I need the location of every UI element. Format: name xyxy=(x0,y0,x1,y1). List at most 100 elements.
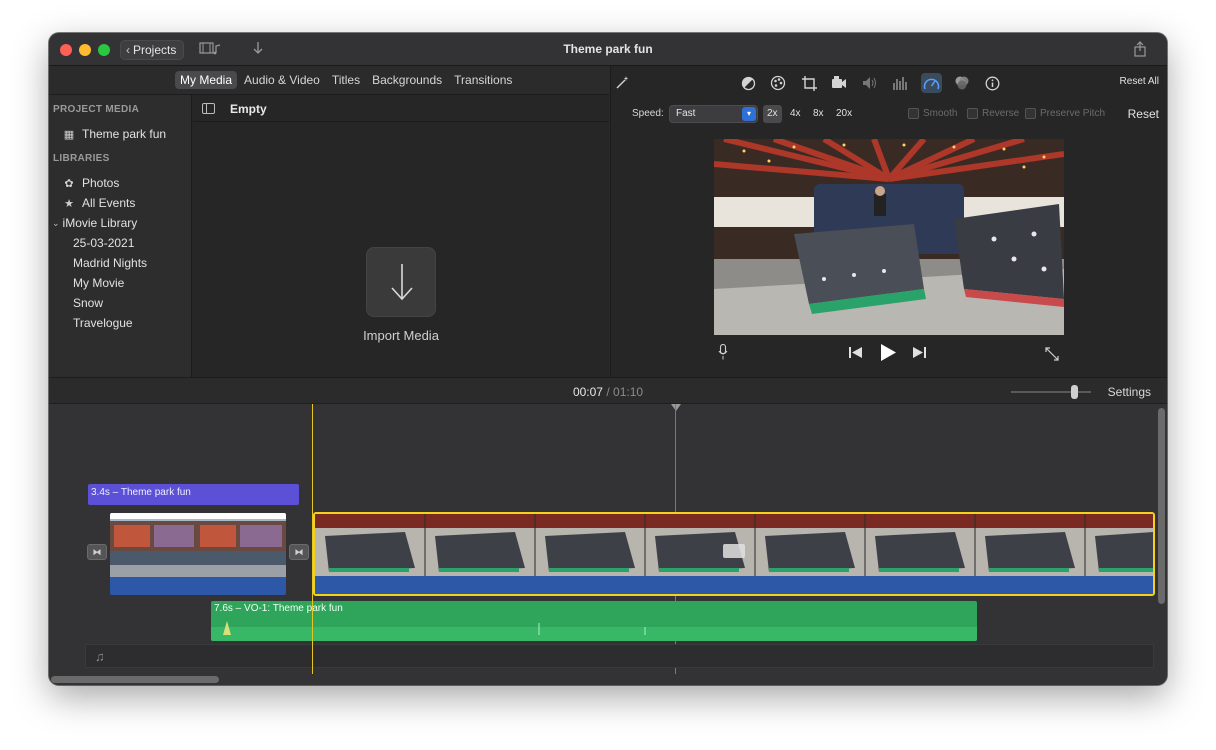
smooth-checkbox[interactable]: Smooth xyxy=(908,108,957,119)
media-view-icon[interactable] xyxy=(199,41,221,58)
equalizer-icon[interactable] xyxy=(891,74,909,92)
timeline[interactable]: 3.4s – Theme park fun ⧓ ⧓ 7.6s – VO-1: T… xyxy=(49,404,1167,685)
checkbox-box xyxy=(908,108,919,119)
filter-overlay-icon[interactable] xyxy=(953,74,971,92)
fullscreen-icon[interactable] xyxy=(1045,347,1059,361)
sidebar-toggle-icon[interactable] xyxy=(202,103,215,114)
photos-icon: ✿ xyxy=(64,177,74,190)
sidebar-item-imovie-library[interactable]: ⌄ iMovie Library xyxy=(52,216,137,230)
tab-backgrounds[interactable]: Backgrounds xyxy=(367,71,447,89)
video-clip-small[interactable] xyxy=(110,513,286,595)
speed-4x-button[interactable]: 4x xyxy=(786,105,805,123)
sidebar-item-event[interactable]: My Movie xyxy=(73,276,124,290)
transition-icon[interactable]: ⧓ xyxy=(87,544,107,560)
playhead[interactable] xyxy=(312,404,313,674)
sidebar-item-label: Photos xyxy=(82,176,120,190)
color-correction-icon[interactable] xyxy=(769,74,787,92)
title-bar: ‹ Projects Theme park fun xyxy=(49,33,1167,66)
content-header: Empty xyxy=(193,95,609,122)
skimmer-marker xyxy=(671,404,681,411)
volume-icon[interactable] xyxy=(861,74,879,92)
down-arrow-icon xyxy=(391,264,413,301)
clapperboard-icon: ▦ xyxy=(63,128,75,141)
libraries-sidebar: PROJECT MEDIA ▦ Theme park fun LIBRARIES… xyxy=(49,95,192,377)
clip-filmstrip xyxy=(315,514,1153,594)
tab-titles[interactable]: Titles xyxy=(327,71,365,89)
info-icon[interactable] xyxy=(983,74,1001,92)
magic-wand-icon[interactable] xyxy=(613,74,631,92)
speed-gauge-icon[interactable] xyxy=(921,73,942,93)
media-tabs: My Media Audio & Video Titles Background… xyxy=(49,66,609,95)
adjustments-bar: Reset All xyxy=(611,66,1167,98)
sidebar-item-event[interactable]: Snow xyxy=(73,296,103,310)
tab-my-media[interactable]: My Media xyxy=(175,71,238,89)
projects-label: Projects xyxy=(133,43,177,57)
skip-back-icon[interactable] xyxy=(849,347,862,358)
sidebar-item-label: Theme park fun xyxy=(82,127,167,141)
zoom-window-button[interactable] xyxy=(98,44,110,56)
timeline-horizontal-scrollbar[interactable] xyxy=(51,676,219,683)
timeline-header: 00:07 / 01:10 Settings xyxy=(49,377,1167,404)
timeline-zoom-slider[interactable] xyxy=(1011,385,1091,399)
sidebar-item-theme-park-fun[interactable]: ▦ Theme park fun xyxy=(63,127,166,141)
audio-clip-label: 7.6s – VO-1: Theme park fun xyxy=(214,603,343,614)
crop-icon[interactable] xyxy=(800,74,818,92)
reset-all-button[interactable]: Reset All xyxy=(1120,76,1159,87)
title-clip-label: 3.4s – Theme park fun xyxy=(91,487,191,498)
reset-button[interactable]: Reset xyxy=(1128,107,1159,121)
clip-thumbnail xyxy=(110,513,286,595)
timeline-vertical-scrollbar[interactable] xyxy=(1158,408,1165,604)
import-media-label: Import Media xyxy=(363,328,439,343)
minimize-window-button[interactable] xyxy=(79,44,91,56)
zoom-slider-knob[interactable] xyxy=(1071,385,1078,399)
preserve-pitch-checkbox[interactable]: Preserve Pitch xyxy=(1025,108,1105,119)
sidebar-item-photos[interactable]: ✿ Photos xyxy=(63,176,119,190)
current-time: 00:07 xyxy=(572,385,603,399)
sidebar-item-label: All Events xyxy=(82,196,136,210)
timecode: 00:07 / 01:10 xyxy=(49,385,1167,399)
imovie-window: ‹ Projects Theme park fun My Media Audio… xyxy=(49,33,1167,685)
speed-2x-button[interactable]: 2x xyxy=(763,105,782,123)
speed-20x-button[interactable]: 20x xyxy=(832,105,856,123)
share-icon[interactable] xyxy=(1133,41,1147,60)
checkbox-box xyxy=(1025,108,1036,119)
sidebar-item-all-events[interactable]: ★ All Events xyxy=(63,196,135,210)
reverse-checkbox[interactable]: Reverse xyxy=(967,108,1019,119)
color-balance-icon[interactable] xyxy=(739,74,757,92)
speed-select[interactable]: Fast ▾ xyxy=(669,105,758,123)
speed-8x-button[interactable]: 8x xyxy=(809,105,828,123)
viewer-panel: Reset All Speed: Fast ▾ 2x 4x 8x 20x Smo… xyxy=(610,66,1167,377)
chevron-down-icon[interactable]: ⌄ xyxy=(52,218,60,229)
checkbox-label: Smooth xyxy=(923,108,958,119)
total-time: 01:10 xyxy=(613,385,644,399)
speed-value: Fast xyxy=(676,108,696,119)
timeline-settings-button[interactable]: Settings xyxy=(1108,385,1151,399)
music-lane[interactable]: ♫ xyxy=(85,644,1154,668)
libraries-header: LIBRARIES xyxy=(53,153,110,164)
sidebar-item-label: iMovie Library xyxy=(62,216,138,230)
import-media-button[interactable] xyxy=(366,247,436,317)
tab-audio-video[interactable]: Audio & Video xyxy=(239,71,325,89)
skip-forward-icon[interactable] xyxy=(913,347,926,358)
title-clip[interactable]: 3.4s – Theme park fun xyxy=(88,484,299,505)
chevron-left-icon: ‹ xyxy=(126,43,130,57)
chevron-down-icon: ▾ xyxy=(742,107,756,121)
projects-button[interactable]: ‹ Projects xyxy=(120,40,185,60)
speed-label: Speed: xyxy=(632,108,664,119)
sidebar-item-event[interactable]: Travelogue xyxy=(73,316,133,330)
import-arrow-icon[interactable] xyxy=(252,41,264,58)
microphone-icon[interactable] xyxy=(718,344,728,360)
tab-transitions[interactable]: Transitions xyxy=(449,71,517,89)
close-window-button[interactable] xyxy=(60,44,72,56)
media-browser: My Media Audio & Video Titles Background… xyxy=(49,66,609,377)
sidebar-item-event[interactable]: 25-03-2021 xyxy=(73,236,134,250)
transition-icon[interactable]: ⧓ xyxy=(289,544,309,560)
content-title: Empty xyxy=(230,102,267,116)
voiceover-audio-clip[interactable]: 7.6s – VO-1: Theme park fun xyxy=(211,601,977,641)
play-icon[interactable] xyxy=(880,344,896,361)
video-preview[interactable] xyxy=(714,139,1064,335)
video-clip-selected[interactable] xyxy=(313,512,1155,596)
time-separator: / xyxy=(606,385,610,399)
stabilization-camera-icon[interactable] xyxy=(830,74,848,92)
sidebar-item-event[interactable]: Madrid Nights xyxy=(73,256,147,270)
